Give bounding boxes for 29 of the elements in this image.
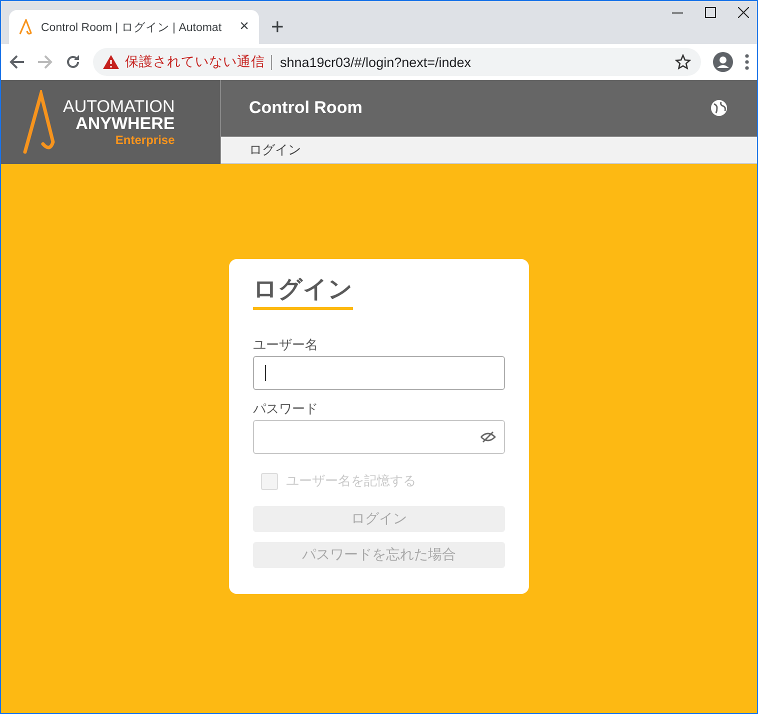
tab-title: Control Room | ログイン | Automat [41, 20, 223, 34]
app-title: Control Room [249, 98, 362, 118]
profile-icon[interactable] [713, 52, 733, 72]
login-title: ログイン [253, 273, 353, 310]
username-field[interactable] [253, 356, 505, 390]
password-field[interactable] [253, 420, 505, 454]
logo-text: AUTOMATION [63, 98, 175, 115]
logo-icon [19, 19, 33, 35]
logo-text: ANYWHERE [76, 115, 175, 132]
field-label: パスワード [253, 400, 319, 418]
back-icon[interactable] [9, 54, 25, 70]
address-bar[interactable]: 保護されていない通信 shna19cr03/#/login?next=/index [93, 48, 701, 76]
browser-tab[interactable]: Control Room | ログイン | Automat × [9, 10, 259, 44]
new-tab-button[interactable]: + [271, 14, 284, 40]
close-tab-button[interactable]: × [240, 18, 249, 36]
field-label: ユーザー名 [253, 336, 319, 354]
url-text: shna19cr03/#/login?next=/index [271, 54, 669, 70]
close-icon[interactable] [738, 7, 749, 18]
logo-subtitle: Enterprise [115, 134, 175, 146]
globe-icon[interactable] [711, 100, 727, 116]
menu-icon[interactable] [745, 54, 749, 70]
logo-mark-icon [23, 90, 57, 154]
maximize-icon[interactable] [705, 7, 716, 18]
reload-icon[interactable] [65, 54, 81, 70]
hidden-eye-icon[interactable] [480, 431, 496, 443]
security-warning: 保護されていない通信 [125, 53, 265, 71]
star-icon[interactable] [675, 54, 691, 70]
warning-icon [103, 55, 119, 69]
breadcrumb: ログイン [249, 141, 301, 159]
